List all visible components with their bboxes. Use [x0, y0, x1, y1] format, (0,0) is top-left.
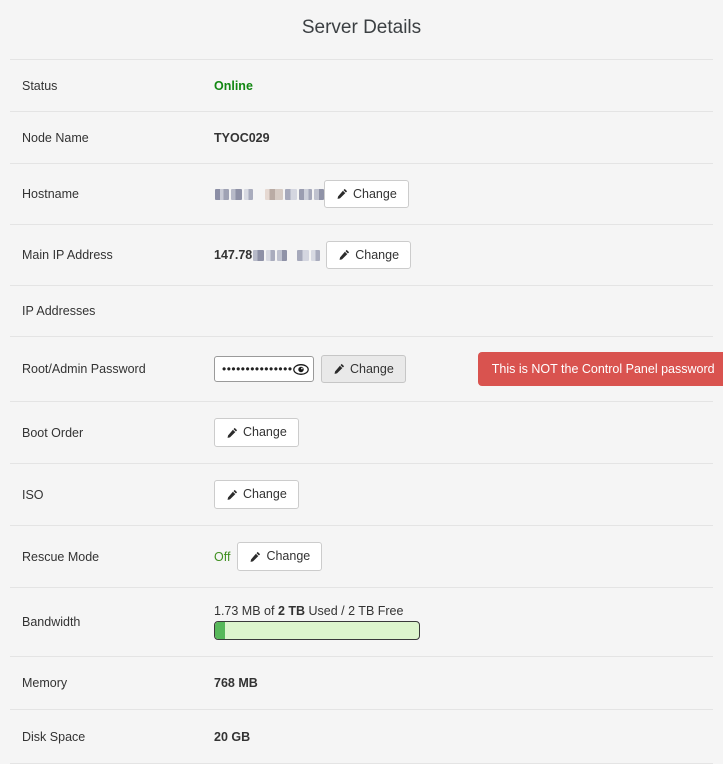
table-row-memory: Memory 768 MB: [10, 656, 713, 710]
status-badge: Online: [214, 78, 253, 93]
rescue-mode-state: Off: [214, 549, 231, 564]
change-main-ip-button[interactable]: Change: [326, 240, 412, 270]
bandwidth-progress-bar: [214, 621, 420, 640]
table-row-disk-space: Disk Space 20 GB: [10, 709, 713, 764]
table-row-status: Status Online: [10, 59, 713, 112]
pencil-icon: [336, 188, 348, 200]
pencil-icon: [338, 249, 350, 261]
pencil-icon: [226, 489, 238, 501]
table-row-node-name: Node Name TYOC029: [10, 111, 713, 164]
row-label-memory: Memory: [22, 676, 68, 690]
password-warning-badge: This is NOT the Control Panel password: [477, 352, 723, 386]
change-boot-order-button[interactable]: Change: [214, 418, 299, 447]
row-value-main-ip: 147.78 Change: [214, 225, 713, 286]
memory-value: 768 MB: [214, 676, 258, 690]
row-label-node-name: Node Name: [22, 130, 89, 145]
change-root-password-label: Change: [350, 361, 394, 376]
change-iso-button[interactable]: Change: [214, 480, 299, 509]
table-row-rescue-mode: Rescue Mode Off Change: [10, 525, 713, 588]
root-password-value: ••••••••••••••••: [222, 363, 293, 375]
table-row-boot-order: Boot Order Change: [10, 401, 713, 464]
pencil-icon: [249, 551, 261, 563]
bandwidth-usage-text: 1.73 MB of 2 TB Used / 2 TB Free: [214, 604, 713, 618]
row-label-root-password: Root/Admin Password: [22, 362, 146, 376]
row-value-iso: Change: [214, 464, 713, 526]
row-value-ip-addresses: [214, 286, 713, 337]
row-label-iso: ISO: [22, 487, 44, 502]
pencil-icon: [333, 363, 345, 375]
bandwidth-suffix: Used / 2 TB Free: [305, 604, 404, 618]
row-label-status: Status: [22, 78, 58, 93]
table-row-root-password: Root/Admin Password •••••••••••••••• Cha…: [10, 336, 723, 402]
row-value-memory: 768 MB: [214, 657, 713, 710]
change-root-password-button[interactable]: Change: [321, 354, 406, 384]
row-value-bandwidth: 1.73 MB of 2 TB Used / 2 TB Free: [214, 588, 713, 657]
row-label-disk-space: Disk Space: [22, 729, 86, 744]
row-label-rescue-mode: Rescue Mode: [22, 549, 100, 564]
root-password-field[interactable]: ••••••••••••••••: [214, 356, 314, 382]
row-label-main-ip: Main IP Address: [22, 248, 113, 262]
node-name-value: TYOC029: [214, 130, 270, 145]
page-title: Server Details: [301, 17, 422, 38]
row-label-bandwidth: Bandwidth: [22, 615, 81, 629]
row-value-hostname: Change: [214, 164, 713, 225]
row-label-hostname: Hostname: [22, 187, 79, 201]
change-iso-label: Change: [243, 487, 287, 502]
row-value-disk-space: 20 GB: [214, 710, 713, 764]
change-hostname-label: Change: [353, 186, 397, 201]
table-row-bandwidth: Bandwidth 1.73 MB of 2 TB Used / 2 TB Fr…: [10, 587, 713, 657]
table-row-iso: ISO Change: [10, 463, 713, 526]
change-boot-order-label: Change: [243, 425, 287, 440]
row-label-boot-order: Boot Order: [22, 425, 84, 440]
main-ip-prefix: 147.78: [214, 248, 253, 262]
change-rescue-mode-label: Change: [266, 549, 311, 564]
table-row-ip-addresses: IP Addresses: [10, 285, 713, 337]
change-rescue-mode-button[interactable]: Change: [237, 542, 323, 571]
pencil-icon: [226, 427, 238, 439]
bandwidth-total: 2 TB: [277, 604, 306, 618]
table-row-main-ip: Main IP Address 147.78 Change: [10, 224, 713, 286]
disk-space-value: 20 GB: [214, 729, 251, 744]
bandwidth-progress-fill: [215, 622, 226, 639]
row-value-root-password: •••••••••••••••• Change This is NOT the …: [214, 337, 723, 402]
server-details-table: Status Online Node Name TYOC029 Hostname: [10, 59, 723, 764]
hostname-redacted-value: [215, 188, 324, 200]
table-row-hostname: Hostname Change: [10, 163, 713, 225]
main-ip-redacted-value: [253, 249, 321, 261]
row-value-boot-order: Change: [214, 402, 713, 464]
change-hostname-button[interactable]: Change: [324, 179, 409, 209]
row-value-status: Online: [214, 60, 713, 112]
bandwidth-used-prefix: 1.73 MB of: [214, 604, 278, 618]
show-password-eye-icon[interactable]: [293, 363, 309, 376]
row-value-node-name: TYOC029: [214, 112, 713, 164]
row-label-ip-addresses: IP Addresses: [22, 304, 96, 318]
row-value-rescue-mode: Off Change: [214, 526, 713, 588]
change-main-ip-label: Change: [355, 247, 400, 262]
